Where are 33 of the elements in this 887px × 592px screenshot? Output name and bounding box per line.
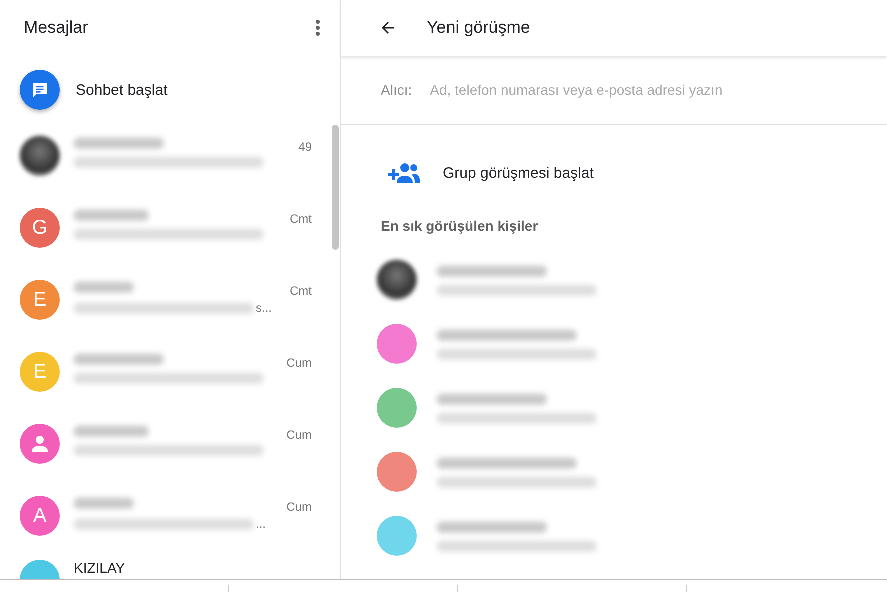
letter-avatar: E: [20, 352, 60, 392]
conversation-item[interactable]: G Cmt: [0, 196, 340, 268]
preview-text: ...: [256, 517, 266, 531]
chat-bubble-icon: [20, 70, 60, 110]
conversation-item[interactable]: 49: [0, 124, 340, 196]
start-chat-button[interactable]: Sohbet başlat: [0, 56, 340, 124]
conversation-time: 49: [298, 139, 312, 154]
recipient-label: Alıcı:: [381, 82, 412, 98]
photo-placeholder: [20, 136, 60, 176]
contact-name: KIZILAY: [74, 560, 126, 576]
section-heading: En sık görüşülen kişiler: [380, 218, 540, 234]
conversation-time: Cum: [286, 499, 312, 514]
add-group-icon: [387, 162, 421, 184]
recipient-input[interactable]: Ad, telefon numarası veya e-posta adresi yazın: [428, 81, 887, 99]
letter-avatar: E: [20, 280, 60, 320]
photo-placeholder: [377, 260, 417, 300]
scrollbar-thumb[interactable]: [332, 125, 339, 250]
page-title: Yeni görüşme: [427, 18, 530, 38]
conversation-item[interactable]: A ... Cum: [0, 484, 340, 556]
conversation-time: Cum: [286, 355, 312, 370]
conversation-time: Cmt: [290, 211, 312, 226]
conversation-item[interactable]: E Cum: [0, 340, 340, 412]
conversation-time: Cmt: [290, 283, 312, 298]
letter-avatar: G: [20, 208, 60, 248]
sidebar-title: Mesajlar: [24, 18, 88, 38]
conversation-item[interactable]: Cum: [0, 412, 340, 484]
conversation-item[interactable]: E s... Cmt: [0, 268, 340, 340]
preview-text: s...: [256, 301, 272, 315]
blurred-name: [74, 282, 134, 293]
conversation-time: Cum: [286, 427, 312, 442]
group-chat-button[interactable]: Grup görüşmesi başlat: [341, 125, 634, 221]
blurred-name: [74, 498, 134, 509]
letter-avatar: A: [20, 496, 60, 536]
